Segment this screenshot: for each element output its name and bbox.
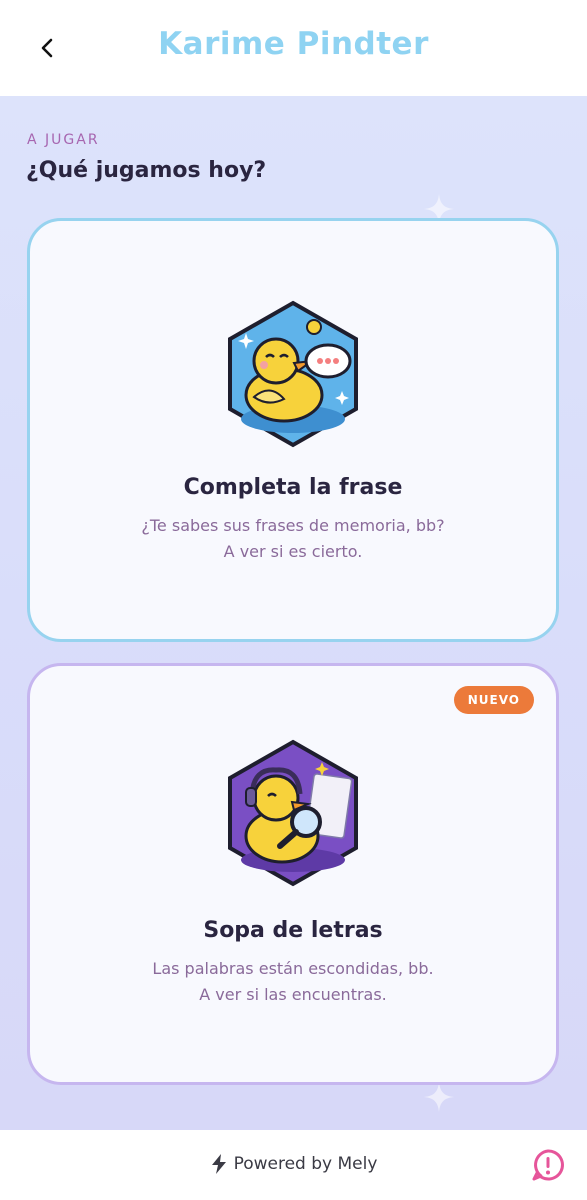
game-description-line-1: Las palabras están escondidas, bb. xyxy=(152,959,434,978)
section-eyebrow: A JUGAR xyxy=(27,132,100,148)
powered-by-label: Powered by Mely xyxy=(233,1154,378,1174)
duck-magnifier-icon xyxy=(228,739,358,887)
app-footer: Powered by Mely xyxy=(0,1130,587,1200)
lightning-icon xyxy=(211,1154,226,1174)
game-card-completa-la-frase[interactable]: Completa la frase ¿Te sabes sus frases d… xyxy=(27,218,559,642)
sparkle-icon xyxy=(424,1082,454,1112)
new-badge: NUEVO xyxy=(453,686,534,714)
games-section: A JUGAR ¿Qué jugamos hoy? Completa la fr… xyxy=(0,96,587,1130)
section-title: ¿Qué jugamos hoy? xyxy=(26,158,267,183)
page-title: Karime Pindter xyxy=(158,26,429,62)
powered-by: Powered by Mely xyxy=(0,1154,587,1174)
game-title: Completa la frase xyxy=(183,475,403,500)
game-description-line-2: A ver si las encuentras. xyxy=(199,985,387,1004)
app-header: Karime Pindter xyxy=(0,0,587,96)
duck-speech-bubble-icon xyxy=(228,300,358,448)
game-description-line-1: ¿Te sabes sus frases de memoria, bb? xyxy=(141,516,445,535)
feedback-icon[interactable] xyxy=(531,1148,565,1182)
game-title: Sopa de letras xyxy=(203,918,383,943)
game-card-sopa-de-letras[interactable]: NUEVO Sopa de letras Las palabras están … xyxy=(27,663,559,1085)
game-description: Las palabras están escondidas, bb. A ver… xyxy=(30,956,556,1008)
game-description-line-2: A ver si es cierto. xyxy=(223,542,363,561)
game-description: ¿Te sabes sus frases de memoria, bb? A v… xyxy=(30,513,556,565)
